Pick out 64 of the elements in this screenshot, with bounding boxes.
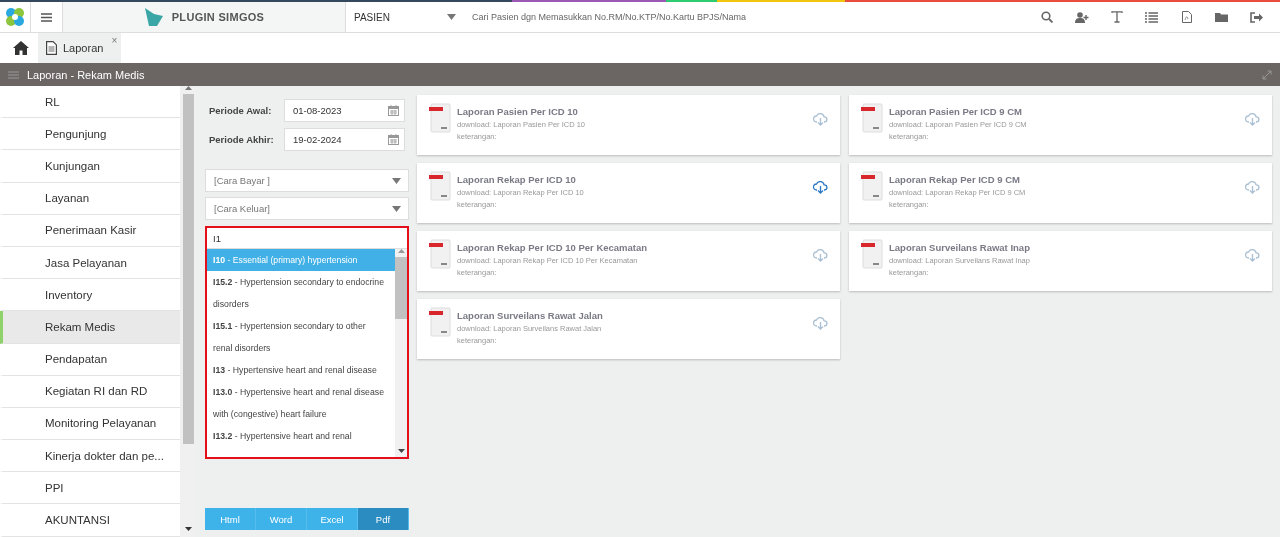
report-title: Laporan Surveilans Rawat Jalan: [457, 310, 604, 321]
expand-icon[interactable]: [1262, 69, 1272, 80]
cloud-download-icon[interactable]: [813, 181, 828, 194]
dropdown-select[interactable]: [Cara Bayar ]: [205, 169, 409, 192]
cloud-download-icon[interactable]: [1245, 181, 1260, 194]
document-icon[interactable]: [1181, 11, 1192, 23]
caret-icon: [392, 205, 401, 212]
sign-out-icon[interactable]: [1250, 11, 1263, 23]
report-title: Laporan Rekap Per ICD 10: [457, 174, 577, 185]
cloud-download-icon[interactable]: [813, 113, 828, 126]
dropdown-option[interactable]: I15.1 - Hypertension secondary to other renal disorders: [207, 315, 395, 359]
pdf-file-icon: [429, 103, 451, 133]
pdf-file-icon: [429, 239, 451, 269]
tab[interactable]: Laporan ×: [38, 33, 122, 63]
cloud-download-icon[interactable]: [813, 249, 828, 262]
date-field[interactable]: 19-02-2024: [284, 128, 405, 151]
pdf-file-icon: [429, 171, 451, 201]
cloud-download-icon[interactable]: [1245, 249, 1260, 262]
dropdown-select[interactable]: [Cara Keluar]: [205, 197, 409, 220]
home-icon[interactable]: [13, 41, 29, 55]
dropdown-option[interactable]: I13.2 - Hypertensive heart and renal: [207, 425, 395, 447]
app-logo-icon: [4, 6, 26, 28]
scrollbar[interactable]: [180, 86, 196, 537]
menu-icon[interactable]: [41, 12, 52, 22]
report-title: Laporan Rekap Per ICD 10 Per Kecamatan: [457, 242, 649, 253]
dropdown-option[interactable]: I13.0 - Hypertensive heart and renal disease with (congestive) heart failure: [207, 381, 395, 425]
date-field[interactable]: 01-08-2023: [284, 99, 405, 122]
brand-logo-icon: [143, 8, 164, 26]
scrollbar[interactable]: [395, 249, 407, 457]
document-icon: [46, 41, 57, 55]
search-icon[interactable]: [1040, 11, 1053, 23]
report-title: Laporan Pasien Per ICD 9 CM: [889, 106, 1024, 117]
dropdown-option[interactable]: I13 - Hypertensive heart and renal disease: [207, 359, 395, 381]
pdf-file-icon: [861, 103, 883, 133]
cloud-download-icon[interactable]: [813, 317, 828, 330]
report-title: Laporan Pasien Per ICD 10: [457, 106, 579, 117]
scroll-down-icon[interactable]: [397, 449, 405, 453]
calendar-icon[interactable]: [388, 134, 399, 145]
pdf-file-icon: [429, 307, 451, 337]
scroll-down-icon[interactable]: [184, 527, 192, 531]
pdf-file-icon: [861, 239, 883, 269]
dropdown-option[interactable]: I15.2 - Hypertension secondary to endocrine disorders: [207, 271, 395, 315]
tab-label: Laporan: [63, 42, 104, 54]
section-title: Laporan - Rekam Medis: [27, 68, 146, 81]
sidebar-item[interactable]: Rekam Medis: [0, 311, 180, 344]
caret-icon: [392, 177, 401, 184]
caret-icon: [447, 14, 456, 20]
export-button[interactable]: Pdf: [358, 508, 409, 530]
field-label: Periode Akhir:: [209, 134, 275, 145]
list-icon[interactable]: [1145, 11, 1158, 23]
add-user-icon[interactable]: [1074, 11, 1089, 23]
calendar-icon[interactable]: [388, 105, 399, 116]
field-label: Periode Awal:: [209, 105, 273, 116]
cloud-download-icon[interactable]: [1245, 113, 1260, 126]
report-title: Laporan Surveilans Rawat Inap: [889, 242, 1031, 253]
scrollbar-thumb[interactable]: [182, 94, 194, 444]
scrollbar-thumb[interactable]: [395, 257, 407, 319]
tab-close-button[interactable]: ×: [111, 36, 118, 46]
pdf-file-icon: [861, 171, 883, 201]
diagnosis-combobox[interactable]: [205, 226, 409, 459]
folder-icon[interactable]: [1215, 12, 1228, 22]
report-title: Laporan Rekap Per ICD 9 CM: [889, 174, 1021, 185]
brand-name: PLUGIN SIMGOS: [171, 11, 265, 23]
text-icon[interactable]: [1110, 11, 1123, 23]
